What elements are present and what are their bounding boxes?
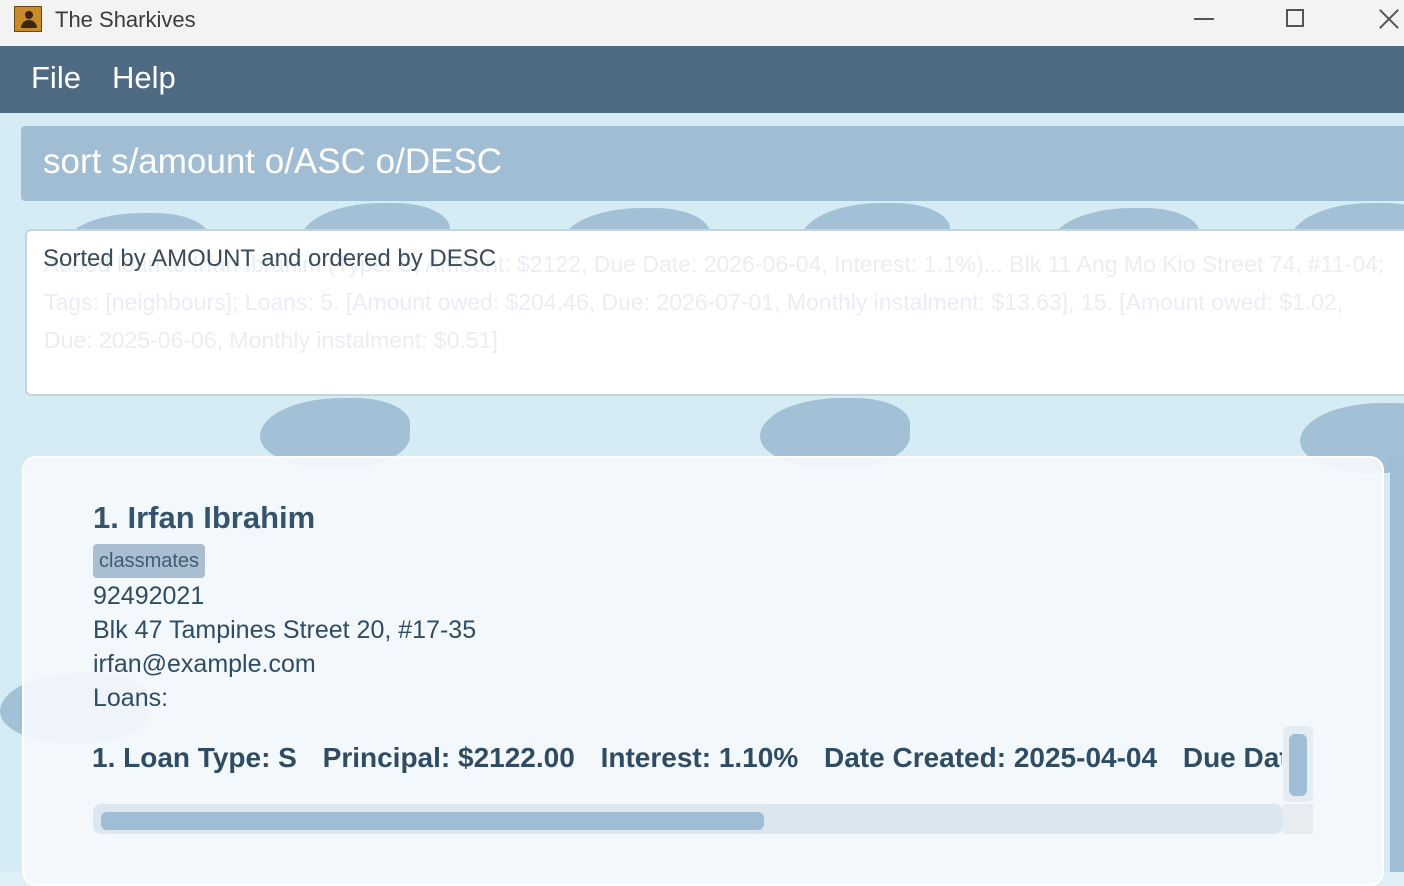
loans-label: Loans: [93,684,169,712]
title-bar: The Sharkives [0,0,1404,46]
person-list-panel: 1. Irfan Ibrahim classmates 92492021 Blk… [22,456,1384,886]
loan-due-date: Due Date: [1182,742,1282,773]
tag-badge: classmates [93,544,206,578]
menu-file[interactable]: File [31,60,81,96]
person-address: Blk 47 Tampines Street 20, #17-35 [93,616,477,644]
window-title: The Sharkives [55,7,196,32]
loan-vertical-scrollbar[interactable] [1283,726,1313,802]
maximize-button[interactable] [1268,0,1324,40]
scroll-corner [1283,804,1313,834]
menu-help[interactable]: Help [112,60,176,96]
loan-row: 1. Loan Type: S Principal: $2122.00 Inte… [92,738,1282,778]
loan-horizontal-scroll-thumb[interactable] [101,812,764,830]
person-phone: 92492021 [93,582,205,610]
loan-principal: Principal: $2122.00 [322,742,575,773]
loan-date-created: Date Created: 2025-04-04 [824,742,1158,773]
loan-vertical-scroll-thumb[interactable] [1289,734,1307,796]
result-display[interactable]: Added loan to Irfan Ibrahim (Type: S, Am… [25,229,1404,396]
minimize-button[interactable] [1176,0,1232,40]
close-button[interactable] [1360,0,1404,40]
command-box[interactable]: sort s/amount o/ASC o/DESC [21,126,1404,201]
list-scrollbar[interactable] [1390,456,1404,872]
person-name: 1. Irfan Ibrahim [93,500,316,535]
result-message: Sorted by AMOUNT and ordered by DESC [43,245,497,272]
person-email: irfan@example.com [93,650,316,678]
menu-bar: File Help [0,46,1404,113]
loan-interest: Interest: 1.10% [600,742,799,773]
app-icon [14,6,42,32]
command-input[interactable]: sort s/amount o/ASC o/DESC [43,142,502,182]
loan-horizontal-scrollbar[interactable] [93,804,1283,834]
loan-type: 1. Loan Type: S [92,742,297,773]
